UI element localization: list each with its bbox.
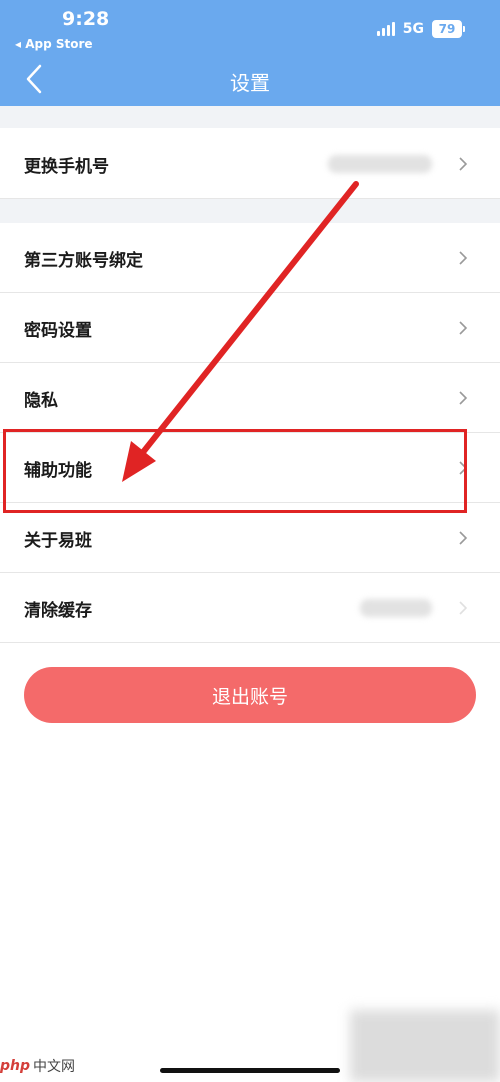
home-indicator[interactable] [160,1068,340,1073]
annotation-arrow-icon [122,181,359,482]
logout-button[interactable]: 退出账号 [24,667,476,723]
blurred-corner [350,1010,500,1082]
watermark-text: 中文网 [33,1059,76,1075]
watermark: php 中文网 [0,1056,75,1076]
watermark-logo: php [0,1058,31,1074]
